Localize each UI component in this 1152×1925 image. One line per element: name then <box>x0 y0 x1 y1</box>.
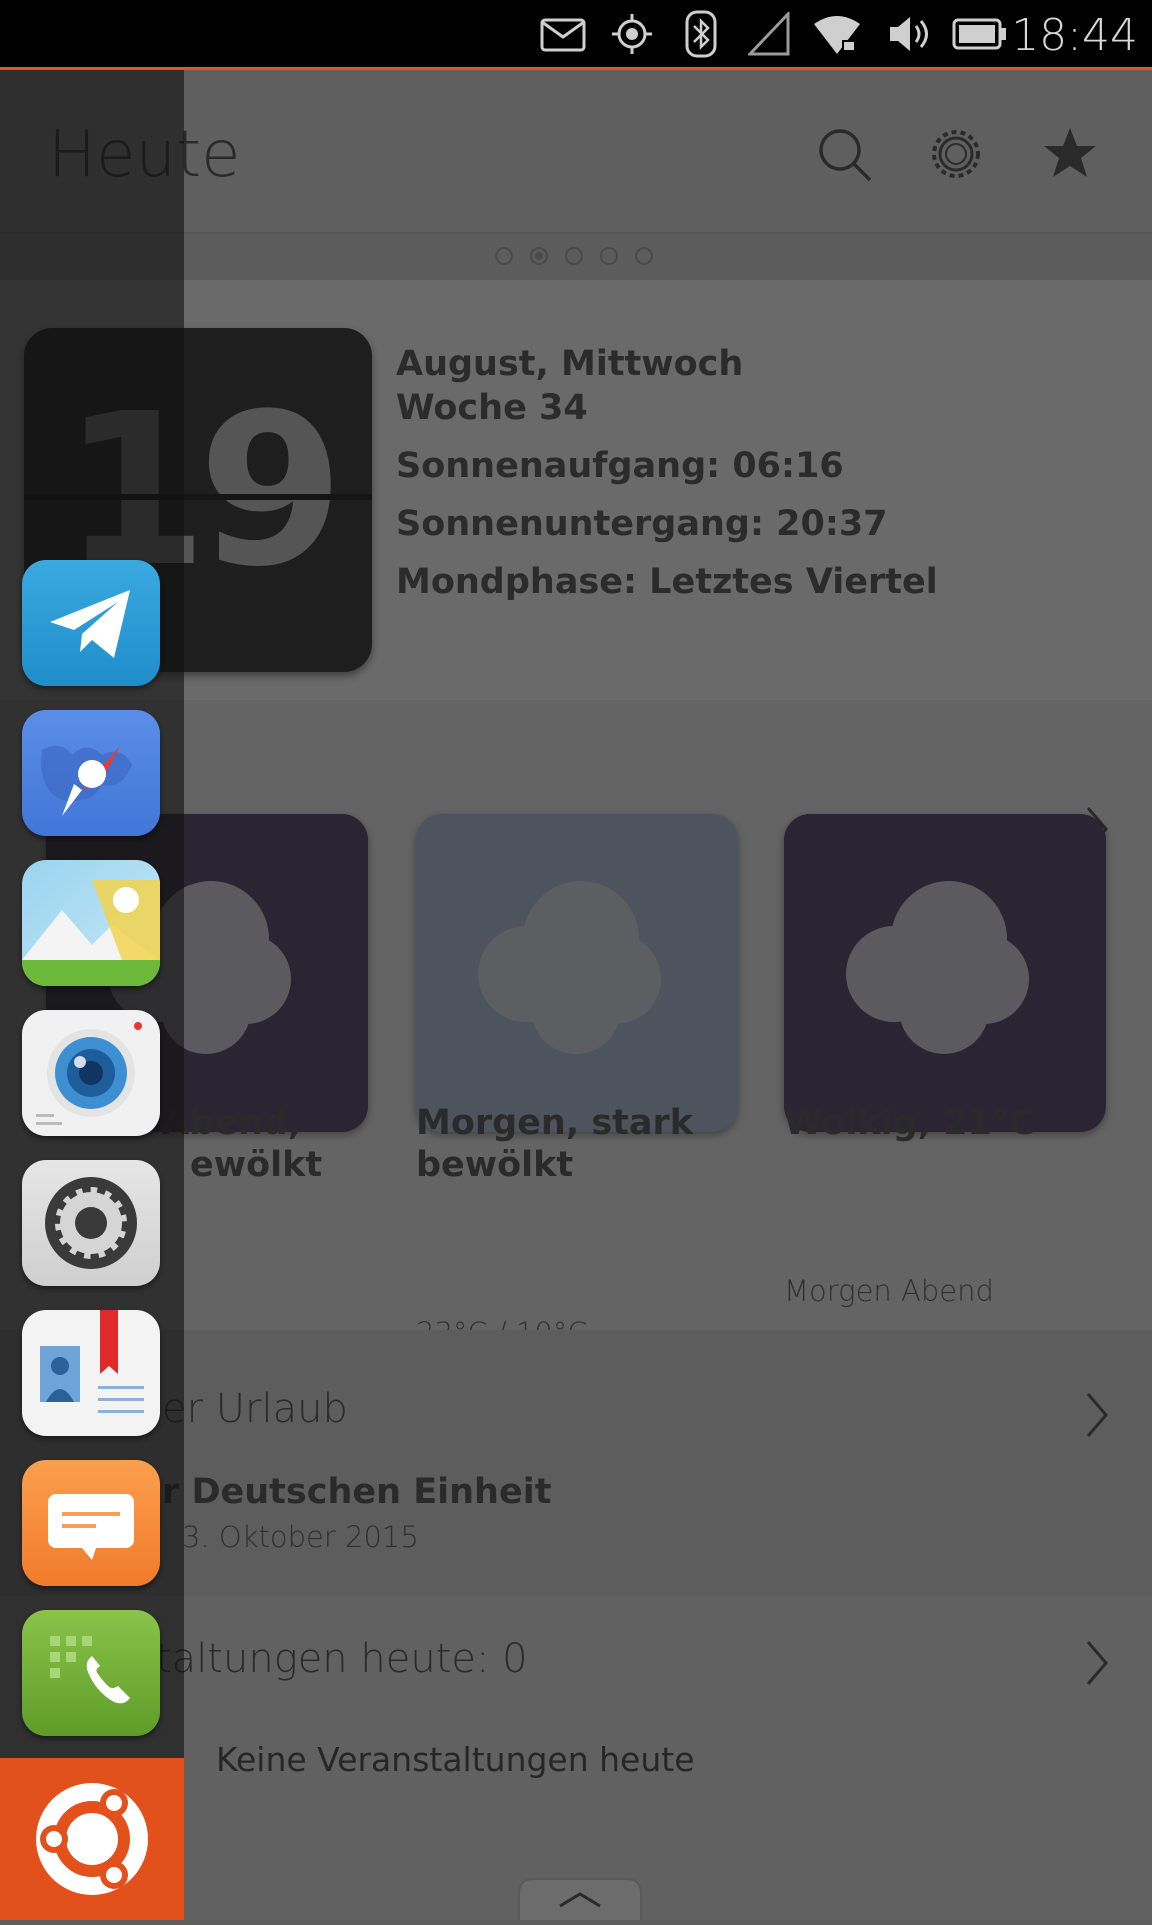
page-dot[interactable] <box>600 247 618 265</box>
location-icon <box>612 14 652 54</box>
system-settings-app-icon[interactable] <box>22 1160 160 1286</box>
mountains-icon <box>22 880 160 986</box>
ubuntu-logo-icon <box>36 1783 148 1895</box>
section-title: taltungen heute: 0 <box>156 1636 528 1682</box>
empty-events-text: Keine Veranstaltungen heute <box>216 1740 695 1779</box>
wifi-icon <box>814 16 860 54</box>
gear-icon <box>45 1177 137 1269</box>
page-dot[interactable] <box>565 247 583 265</box>
weather-title-line: ewölkt <box>190 1145 323 1185</box>
cloud-icon <box>846 881 1029 1054</box>
compass-icon <box>41 746 132 816</box>
page-dot[interactable] <box>495 247 513 265</box>
chevron-up-icon <box>559 1892 601 1908</box>
gallery-app-icon[interactable] <box>22 860 160 986</box>
search-icon[interactable] <box>814 124 874 184</box>
signal-icon <box>748 12 790 56</box>
phone-icon <box>50 1636 130 1704</box>
camera-lens-icon <box>36 1022 142 1125</box>
page-dot[interactable] <box>635 247 653 265</box>
section-title: er Urlaub <box>162 1386 348 1432</box>
telegram-plane-icon <box>50 590 130 658</box>
bluetooth-icon <box>685 10 717 58</box>
moonphase-line: Mondphase: Letztes Viertel <box>396 562 938 602</box>
battery-icon <box>952 18 1006 50</box>
weather-tile[interactable] <box>416 814 738 1132</box>
ubuntu-home-button[interactable] <box>0 1758 184 1920</box>
holiday-date: 3. Oktober 2015 <box>182 1520 419 1554</box>
cloud-icon <box>478 881 661 1054</box>
telegram-app-icon[interactable] <box>22 560 160 686</box>
settings-icon[interactable] <box>926 124 986 184</box>
browser-app-icon[interactable] <box>22 710 160 836</box>
camera-app-icon[interactable] <box>22 1010 160 1136</box>
contacts-app-icon[interactable] <box>22 1310 160 1436</box>
chevron-right-icon[interactable] <box>1082 1638 1112 1688</box>
status-bar[interactable]: 18:44 <box>0 0 1152 70</box>
page-dot-active[interactable] <box>530 247 548 265</box>
address-book-icon <box>40 1310 144 1413</box>
chevron-right-icon[interactable] <box>1082 1390 1112 1440</box>
sunset-line: Sonnenuntergang: 20:37 <box>396 504 888 544</box>
bottom-edge-handle[interactable] <box>518 1878 642 1920</box>
favorite-icon[interactable] <box>1040 124 1100 184</box>
messaging-app-icon[interactable] <box>22 1460 160 1586</box>
weather-title: Wolkig, 21°C <box>784 1102 1035 1144</box>
sunrise-line: Sonnenaufgang: 06:16 <box>396 446 844 486</box>
launcher[interactable] <box>0 70 184 1920</box>
date-line: August, Mittwoch <box>396 344 744 384</box>
weather-subtitle: Morgen Abend <box>784 1274 994 1308</box>
weather-title-line: Abend, <box>162 1103 302 1143</box>
dialer-app-icon[interactable] <box>22 1610 160 1736</box>
week-line: Woche 34 <box>396 388 588 428</box>
weather-title: Abend, ewölkt <box>162 1102 322 1186</box>
weather-tile[interactable] <box>784 814 1106 1132</box>
weather-title-line: bewölkt <box>416 1145 574 1185</box>
volume-icon <box>890 17 928 51</box>
weather-title: Morgen, stark bewölkt <box>416 1102 693 1186</box>
holiday-name: r Deutschen Einheit <box>162 1472 552 1512</box>
clock: 18:44 <box>1011 10 1138 61</box>
mail-icon <box>540 18 586 52</box>
weather-title-line: Morgen, stark <box>416 1103 694 1143</box>
date-info: August, Mittwoch Woche 34 Sonnenaufgang:… <box>396 342 938 618</box>
message-bubble-icon <box>48 1494 134 1560</box>
weather-title-line: Wolkig, 21°C <box>784 1103 1036 1143</box>
